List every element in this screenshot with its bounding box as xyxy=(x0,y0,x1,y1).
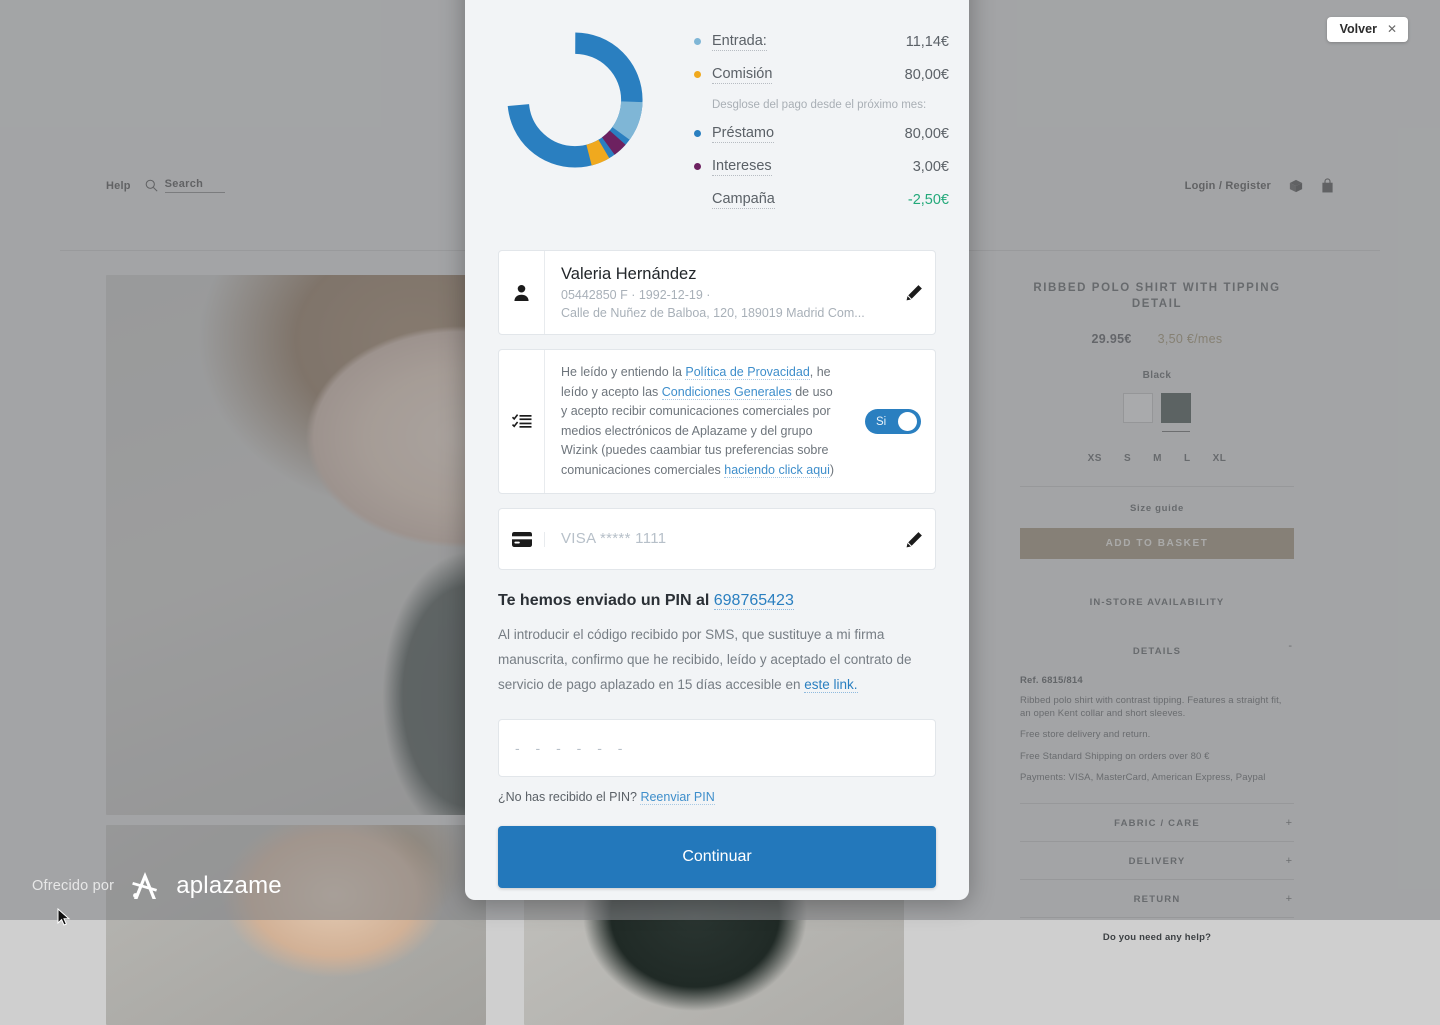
back-button-label: Volver xyxy=(1339,22,1377,36)
pin-resend-question: ¿No has recibido el PIN? xyxy=(498,790,637,804)
pin-resend-row: ¿No has recibido el PIN? Reenviar PIN xyxy=(498,790,936,805)
consent-text-1: He leído y entiendo la xyxy=(561,365,686,379)
customer-info: Valeria Hernández 05442850 F · 1992-12-1… xyxy=(545,251,893,334)
payment-legend: Entrada: 11,14€ Comisión 80,00€ Desglose… xyxy=(694,25,949,216)
aplazame-checkout-modal: Entrada: 11,14€ Comisión 80,00€ Desglose… xyxy=(465,0,969,900)
pin-heading-prefix: Te hemos enviado un PIN al xyxy=(498,592,714,609)
payment-summary: Entrada: 11,14€ Comisión 80,00€ Desglose… xyxy=(498,0,949,250)
legend-row-comision: Comisión 80,00€ xyxy=(694,58,949,91)
general-conditions-link[interactable]: Condiciones Generales xyxy=(661,384,792,400)
credit-card-icon xyxy=(499,531,545,547)
legend-value-campana: -2,50€ xyxy=(907,191,949,208)
brand-name: aplazame xyxy=(176,872,282,899)
pin-input[interactable]: - - - - - - xyxy=(498,719,936,777)
contract-link[interactable]: este link. xyxy=(804,677,858,693)
legend-value-intereses: 3,00€ xyxy=(912,158,949,175)
legend-row-prestamo: Préstamo 80,00€ xyxy=(694,117,949,150)
aplazame-star-icon xyxy=(132,872,158,899)
card-number-text: VISA ***** 1111 xyxy=(561,530,667,547)
brand-prefix: Ofrecido por xyxy=(32,878,115,894)
legend-row-intereses: Intereses 3,00€ xyxy=(694,150,949,183)
marketing-preferences-link[interactable]: haciendo click aqui xyxy=(724,462,830,478)
edit-customer-button[interactable] xyxy=(893,251,935,334)
pin-input-placeholder: - - - - - - xyxy=(515,740,629,756)
legend-value-prestamo: 80,00€ xyxy=(904,125,949,142)
pencil-icon xyxy=(906,285,922,301)
consent-card[interactable]: He leído y entiendo la Política de Prova… xyxy=(498,349,936,494)
customer-name: Valeria Hernández xyxy=(561,265,697,283)
legend-label-campana: Campaña xyxy=(712,190,775,209)
privacy-policy-link[interactable]: Política de Provacidad xyxy=(685,365,810,380)
legend-label-entrada: Entrada: xyxy=(712,32,767,51)
pin-phone-number: 698765423 xyxy=(713,592,794,610)
mouse-cursor xyxy=(57,908,71,926)
back-button[interactable]: Volver ✕ xyxy=(1326,17,1408,42)
legend-subtitle: Desglose del pago desde el próximo mes: xyxy=(712,99,927,111)
consent-toggle-label: Si xyxy=(876,415,887,428)
consent-toggle-knob xyxy=(898,412,917,431)
customer-card[interactable]: Valeria Hernández 05442850 F · 1992-12-1… xyxy=(498,250,936,335)
edit-payment-button[interactable] xyxy=(893,531,935,548)
legend-label-prestamo: Préstamo xyxy=(712,124,775,143)
legend-row-campana: Campaña -2,50€ xyxy=(694,183,949,216)
pencil-icon xyxy=(906,531,922,547)
resend-pin-link[interactable]: Reenviar PIN xyxy=(640,790,715,805)
legend-label-intereses: Intereses xyxy=(712,157,772,176)
customer-meta-line-1: 05442850 F · 1992-12-19 · xyxy=(561,288,711,302)
close-icon[interactable]: ✕ xyxy=(1387,22,1397,36)
legend-row-entrada: Entrada: 11,14€ xyxy=(694,25,949,58)
continue-button[interactable]: Continuar xyxy=(498,826,936,888)
payment-method-info[interactable]: VISA ***** 1111 xyxy=(545,517,893,561)
checklist-icon xyxy=(499,350,545,493)
person-icon xyxy=(499,251,545,334)
legend-dot-entrada xyxy=(694,38,701,45)
consent-text-4: ) xyxy=(829,462,835,477)
legend-value-comision: 80,00€ xyxy=(904,66,949,83)
consent-text-block: He leído y entiendo la Política de Prova… xyxy=(545,350,855,493)
pin-description: Al introducir el código recibido por SMS… xyxy=(498,622,936,697)
pin-heading: Te hemos enviado un PIN al 698765423 xyxy=(498,592,936,610)
consent-toggle[interactable]: Si xyxy=(865,409,921,434)
legend-dot-intereses xyxy=(694,163,701,170)
legend-value-entrada: 11,14€ xyxy=(905,33,949,50)
payment-method-card[interactable]: VISA ***** 1111 xyxy=(498,508,936,570)
help-row: Do you need any help? xyxy=(1020,916,1294,943)
legend-dot-prestamo xyxy=(694,130,701,137)
payment-donut-chart xyxy=(500,25,650,175)
customer-meta-line-2: Calle de Nuñez de Balboa, 120, 189019 Ma… xyxy=(561,306,865,320)
aplazame-brand: Ofrecido por aplazame xyxy=(32,870,282,902)
help-text[interactable]: Do you need any help? xyxy=(1020,932,1294,943)
legend-dot-comision xyxy=(694,71,701,78)
legend-label-comision: Comisión xyxy=(712,65,773,84)
